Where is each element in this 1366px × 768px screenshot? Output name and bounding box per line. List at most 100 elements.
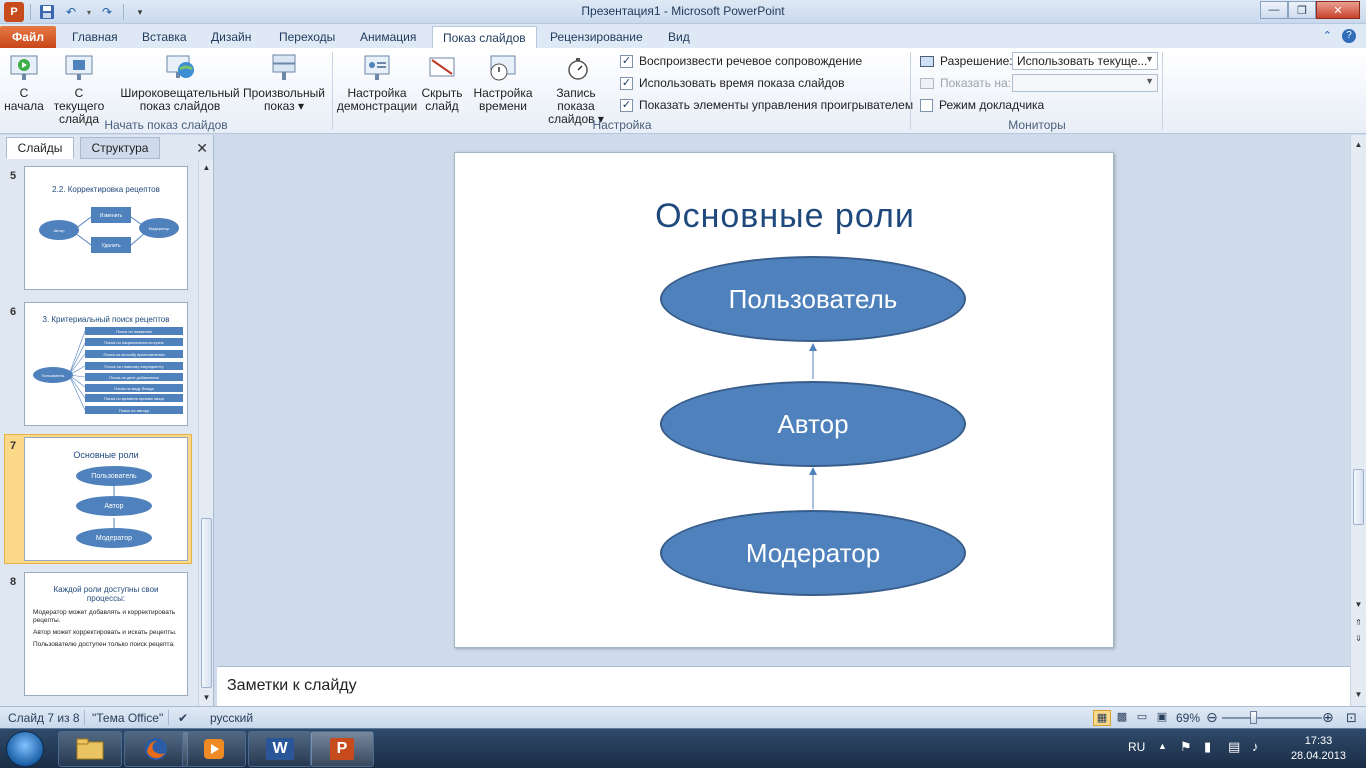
thumb-label: Удалить — [101, 243, 120, 249]
taskbar-word[interactable]: W — [248, 731, 312, 767]
thumb-bullet: Модератор может добавлять и корректирова… — [33, 609, 176, 624]
volume-icon[interactable]: ♪ — [1252, 739, 1259, 754]
tab-file[interactable]: Файл — [0, 26, 56, 48]
zoom-out-icon[interactable]: ⊖ — [1206, 709, 1218, 726]
notes-pane[interactable]: Заметки к слайду — [217, 666, 1350, 706]
slide-thumbnail-6[interactable]: 3. Критериальный поиск рецептов Пользова… — [24, 302, 188, 426]
taskbar-media-player[interactable] — [182, 731, 246, 767]
notes-scroll-down-icon[interactable]: ▼ — [1351, 687, 1366, 702]
custom-slideshow-button[interactable]: Произвольный показ ▾ — [242, 52, 326, 113]
controls-checkbox-row[interactable]: ✓ Показать элементы управления проигрыва… — [620, 98, 913, 112]
thumb-number: 8 — [10, 576, 17, 588]
maximize-button[interactable]: ❐ — [1288, 1, 1316, 19]
tab-home[interactable]: Главная — [62, 26, 128, 48]
hide-slide-icon — [426, 52, 458, 84]
tab-insert[interactable]: Вставка — [132, 26, 197, 48]
minimize-ribbon-icon[interactable]: ⌃ — [1323, 29, 1332, 43]
fit-to-window-icon[interactable]: ⊡ — [1346, 710, 1357, 726]
presenter-view-checkbox[interactable] — [920, 98, 933, 112]
clock-date: 28.04.2013 — [1290, 750, 1346, 762]
taskbar-powerpoint[interactable]: P — [310, 731, 374, 767]
scroll-thumb[interactable] — [201, 518, 212, 688]
tab-review[interactable]: Рецензирование — [540, 26, 653, 48]
thumb-title: Каждой роли доступны свои процессы: — [53, 585, 159, 603]
rehearse-timings-icon — [487, 52, 519, 84]
slide-thumbnail-8[interactable]: Каждой роли доступны свои процессы: Моде… — [24, 572, 188, 696]
tray-expand-icon[interactable]: ▲ — [1158, 741, 1167, 751]
help-icon[interactable]: ? — [1342, 29, 1356, 43]
show-on-combo[interactable]: ▼ — [1012, 74, 1158, 92]
slide-sorter-icon[interactable]: ▩ — [1113, 710, 1131, 726]
role-moderator[interactable]: Модератор — [660, 510, 966, 596]
network-icon[interactable]: ▤ — [1228, 739, 1240, 755]
reading-view-icon[interactable]: ▭ — [1133, 710, 1151, 726]
slide-thumbnail-7[interactable]: Основные роли Пользователь Автор Модерат… — [24, 437, 188, 561]
tab-animation[interactable]: Анимация — [350, 26, 426, 48]
zoom-slider-knob[interactable] — [1250, 711, 1257, 724]
role-author[interactable]: Автор — [660, 381, 966, 467]
slide-canvas[interactable]: Основные роли Пользователь Автор Модерат… — [454, 152, 1114, 648]
action-center-flag-icon[interactable]: ⚑ — [1180, 739, 1192, 755]
zoom-in-icon[interactable]: ⊕ — [1322, 709, 1334, 726]
scroll-up-icon[interactable]: ▲ — [199, 160, 214, 175]
status-separator — [168, 710, 169, 725]
resolution-combo[interactable]: Использовать текуще... ▼ — [1012, 52, 1158, 70]
timings-checkbox-row[interactable]: ✓ Использовать время показа слайдов — [620, 76, 845, 90]
rehearse-timings-button[interactable]: Настройка времени — [472, 52, 534, 113]
hide-slide-button[interactable]: Скрыть слайд — [418, 52, 466, 113]
presenter-view-row[interactable]: Режим докладчика — [920, 98, 1044, 112]
close-pane-icon[interactable]: ✕ — [196, 140, 208, 157]
tab-view[interactable]: Вид — [658, 26, 700, 48]
theme-name[interactable]: "Тема Office" — [92, 711, 163, 725]
role-user[interactable]: Пользователь — [660, 256, 966, 342]
tab-design[interactable]: Дизайн — [201, 26, 261, 48]
battery-icon[interactable]: ▮ — [1204, 739, 1211, 755]
scroll-thumb[interactable] — [1353, 469, 1364, 525]
controls-checkbox[interactable]: ✓ — [620, 98, 633, 112]
scroll-up-icon[interactable]: ▲ — [1351, 137, 1366, 152]
from-beginning-button[interactable]: С начала — [4, 52, 44, 113]
record-slideshow-button[interactable]: Запись показа слайдов ▾ — [536, 52, 616, 126]
zoom-slider-track[interactable] — [1222, 717, 1322, 719]
thumb-label: Изменить — [100, 213, 123, 219]
from-current-slide-button[interactable]: С текущего слайда — [48, 52, 110, 126]
thumb-label: Модератор — [149, 226, 170, 231]
minimize-button[interactable]: — — [1260, 1, 1288, 19]
chevron-down-icon: ▼ — [1145, 54, 1154, 64]
status-separator — [84, 710, 85, 725]
narration-checkbox[interactable]: ✓ — [620, 54, 633, 68]
timings-checkbox[interactable]: ✓ — [620, 76, 633, 90]
custom-show-icon — [268, 52, 300, 84]
thumbnail-scrollbar[interactable]: ▲ ▼ — [198, 160, 213, 706]
status-bar: Слайд 7 из 8 "Тема Office" ✔ русский ▦ ▩… — [0, 706, 1366, 728]
broadcast-slideshow-button[interactable]: Широковещательный показ слайдов — [120, 52, 240, 113]
close-button[interactable]: ✕ — [1316, 1, 1360, 19]
slide-thumbnail-5[interactable]: 2.2. Корректировка рецептов Изменить Уда… — [24, 166, 188, 290]
slideshow-view-icon[interactable]: ▣ — [1153, 710, 1171, 726]
next-slide-icon[interactable]: ⇓ — [1351, 631, 1366, 646]
normal-view-icon[interactable]: ▦ — [1093, 710, 1111, 726]
thumb-label: Пользователь — [42, 374, 65, 378]
group-label-monitors: Мониторы — [1008, 118, 1066, 132]
taskbar-explorer[interactable] — [58, 731, 122, 767]
tab-slides[interactable]: Слайды — [6, 137, 74, 159]
thumb-bullet: Пользователю доступен только поиск рецеп… — [33, 641, 175, 648]
zoom-level[interactable]: 69% — [1176, 711, 1200, 725]
scroll-down-icon[interactable]: ▼ — [199, 690, 214, 705]
start-button[interactable] — [6, 731, 44, 767]
thumb-label: Поиск по главному ингредиенту — [104, 364, 163, 369]
previous-slide-icon[interactable]: ⇑ — [1351, 615, 1366, 630]
tab-transitions[interactable]: Переходы — [269, 26, 345, 48]
taskbar-firefox[interactable] — [124, 731, 188, 767]
slide-scrollbar[interactable]: ▲ ▼ ⇑ ⇓ ▼ — [1350, 135, 1366, 706]
narration-checkbox-row[interactable]: ✓ Воспроизвести речевое сопровождение — [620, 54, 862, 68]
scroll-down-icon[interactable]: ▼ — [1351, 597, 1366, 612]
language-indicator[interactable]: русский — [210, 711, 253, 725]
clock[interactable]: 17:33 28.04.2013 — [1291, 734, 1346, 764]
tab-slideshow[interactable]: Показ слайдов — [432, 26, 537, 48]
tab-outline[interactable]: Структура — [80, 137, 160, 159]
keyboard-language[interactable]: RU — [1128, 740, 1145, 754]
spellcheck-icon[interactable]: ✔ — [178, 711, 188, 725]
ribbon-tabs: Файл Главная Вставка Дизайн Переходы Ани… — [0, 24, 1366, 48]
setup-slideshow-button[interactable]: Настройка демонстрации — [336, 52, 418, 113]
